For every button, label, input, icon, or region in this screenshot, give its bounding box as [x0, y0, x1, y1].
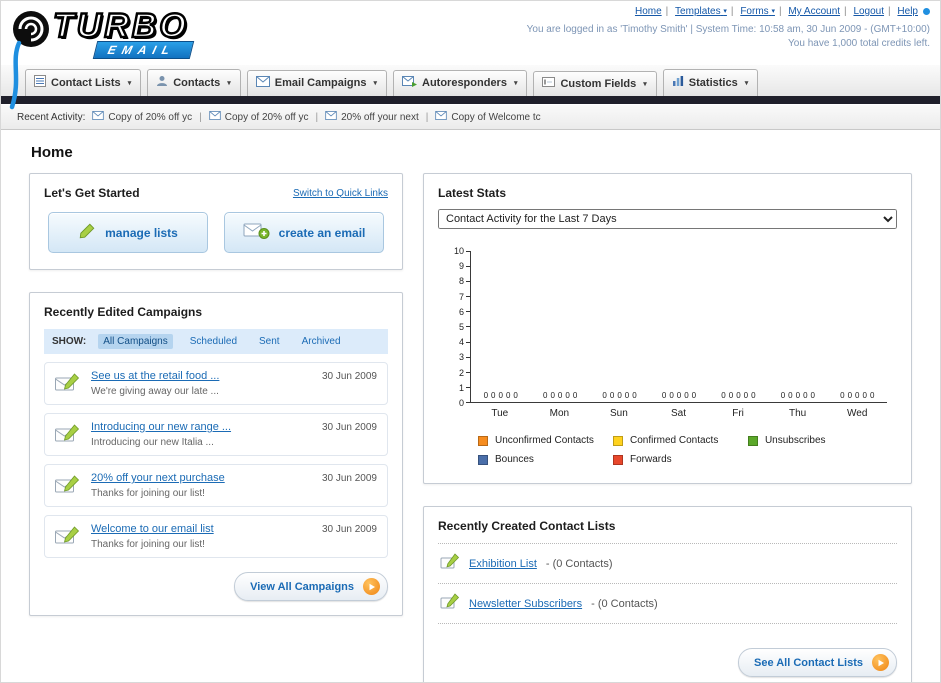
campaign-title-link[interactable]: See us at the retail food ... — [91, 370, 301, 382]
autoresponders-icon — [402, 76, 417, 90]
show-label: SHOW: — [52, 336, 87, 347]
chart-values: 00000000000000000000000000000000000 — [483, 391, 875, 400]
envelope-plus-icon — [243, 221, 270, 244]
campaign-filter-bar: SHOW: All Campaigns Scheduled Sent Archi… — [44, 329, 388, 354]
chevron-down-icon: ▾ — [723, 8, 727, 15]
chart-plot-area: 00000000000000000000000000000000000 — [470, 251, 887, 403]
header-bullet-icon — [923, 8, 930, 15]
recent-contact-lists-title: Recently Created Contact Lists — [438, 519, 616, 533]
top-link-forms[interactable]: Forms ▾ — [740, 6, 775, 17]
top-link-templates[interactable]: Templates ▾ — [675, 6, 727, 17]
contact-list-row: Exhibition List - (0 Contacts) — [438, 544, 897, 584]
top-link-logout[interactable]: Logout — [853, 6, 884, 17]
credits-info: You have 1,000 total credits left. — [788, 38, 930, 49]
arrow-right-icon — [363, 578, 380, 595]
tab-autoresponders[interactable]: Autoresponders ▾ — [393, 70, 528, 96]
campaign-date: 30 Jun 2009 — [321, 371, 377, 382]
envelope-pencil-icon — [54, 423, 81, 450]
pencil-icon — [78, 222, 96, 243]
chevron-down-icon: ▾ — [771, 8, 775, 15]
chevron-down-icon: ▾ — [373, 80, 377, 87]
statistics-icon — [672, 75, 684, 90]
campaign-title-link[interactable]: Welcome to our email list — [91, 523, 301, 535]
campaign-row: See us at the retail food ... We're givi… — [44, 362, 388, 405]
envelope-pencil-icon — [54, 372, 81, 399]
campaign-title-link[interactable]: Introducing our new range ... — [91, 421, 301, 433]
chart-legend: Unconfirmed Contacts Confirmed Contacts Un… — [478, 435, 887, 465]
view-all-campaigns-button[interactable]: View All Campaigns — [234, 572, 388, 601]
filter-archived[interactable]: Archived — [297, 334, 346, 349]
contact-activity-chart: 10 9 8 7 6 5 4 3 2 1 0 000000000000000000000000000… — [444, 246, 887, 465]
envelope-icon — [435, 111, 448, 123]
campaign-date: 30 Jun 2009 — [321, 524, 377, 535]
create-email-button[interactable]: create an email — [224, 212, 384, 253]
campaign-row: Introducing our new range ... Introducin… — [44, 413, 388, 456]
arrow-right-icon — [872, 654, 889, 671]
recent-campaigns-title: Recently Edited Campaigns — [44, 305, 203, 319]
main-content: Home Let's Get Started Switch to Quick L… — [1, 130, 940, 682]
app-window: TURBO EMAIL Home | Templates ▾ | Forms ▾ | … — [0, 0, 941, 683]
see-all-contact-lists-button[interactable]: See All Contact Lists — [737, 648, 897, 677]
latest-stats-title: Latest Stats — [438, 186, 507, 200]
envelope-pencil-icon — [54, 474, 81, 501]
envelope-icon — [325, 111, 337, 123]
latest-stats-panel: Latest Stats Contact Activity for the La… — [423, 173, 912, 484]
logo-email-band: EMAIL — [92, 41, 195, 59]
pencil-icon — [440, 553, 460, 574]
chevron-down-icon: ▾ — [643, 80, 647, 88]
filter-scheduled[interactable]: Scheduled — [185, 334, 242, 349]
switch-quick-links-link[interactable]: Switch to Quick Links — [293, 188, 388, 199]
contact-list-detail: - (0 Contacts) — [545, 557, 613, 570]
campaign-date: 30 Jun 2009 — [321, 473, 377, 484]
recent-contact-lists-panel: Recently Created Contact Lists Exhibitio… — [423, 506, 912, 682]
tab-statistics[interactable]: Statistics ▾ — [662, 69, 759, 96]
page-title: Home — [31, 144, 73, 161]
recent-activity-item[interactable]: Copy of Welcome tc — [435, 111, 541, 123]
filter-all-campaigns[interactable]: All Campaigns — [98, 334, 173, 349]
contact-list-link[interactable]: Newsletter Subscribers — [469, 598, 582, 610]
campaign-subtitle: We're giving away our late ... — [91, 386, 219, 397]
chevron-down-icon: ▾ — [744, 79, 749, 87]
get-started-panel: Let's Get Started Switch to Quick Links … — [29, 173, 403, 270]
get-started-title: Let's Get Started — [44, 186, 140, 200]
campaign-subtitle: Introducing our new Italia ... — [91, 437, 214, 448]
chevron-down-icon: ▾ — [513, 80, 518, 87]
pencil-icon — [440, 593, 460, 614]
top-link-help[interactable]: Help — [897, 6, 918, 17]
campaign-row: 20% off your next purchase Thanks for jo… — [44, 464, 388, 507]
contact-list-row: Newsletter Subscribers - (0 Contacts) — [438, 584, 897, 624]
top-link-my-account[interactable]: My Account — [788, 6, 840, 17]
campaign-date: 30 Jun 2009 — [321, 422, 377, 433]
envelope-pencil-icon — [54, 525, 81, 552]
campaign-row: Welcome to our email list Thanks for joi… — [44, 515, 388, 558]
campaign-subtitle: Thanks for joining our list! — [91, 539, 205, 550]
top-nav-links: Home | Templates ▾ | Forms ▾ | My Account | … — [527, 6, 930, 17]
recent-campaigns-panel: Recently Edited Campaigns SHOW: All Camp… — [29, 292, 403, 616]
tab-custom-fields[interactable]: Custom Fields ▾ — [533, 71, 657, 96]
stats-period-select[interactable]: Contact Activity for the Last 7 Days — [438, 209, 897, 229]
top-link-home[interactable]: Home — [635, 6, 662, 17]
app-logo[interactable]: TURBO EMAIL — [7, 5, 287, 115]
manage-lists-button[interactable]: manage lists — [48, 212, 208, 253]
custom-fields-icon — [542, 77, 556, 90]
filter-sent[interactable]: Sent — [254, 334, 285, 349]
login-info: You are logged in as 'Timothy Smith' | S… — [526, 24, 930, 35]
header-right: Home | Templates ▾ | Forms ▾ | My Account | … — [527, 6, 930, 49]
recent-activity-item[interactable]: 20% off your next — [325, 111, 419, 123]
x-axis: Tue Mon Sun Sat Fri Thu Wed — [491, 408, 868, 419]
y-axis: 10 9 8 7 6 5 4 3 2 1 0 — [444, 246, 470, 408]
header: TURBO EMAIL Home | Templates ▾ | Forms ▾ | … — [1, 1, 940, 110]
contact-list-detail: - (0 Contacts) — [591, 597, 658, 610]
contact-list-link[interactable]: Exhibition List — [469, 558, 537, 570]
campaign-title-link[interactable]: 20% off your next purchase — [91, 472, 301, 484]
campaign-subtitle: Thanks for joining our list! — [91, 488, 205, 499]
